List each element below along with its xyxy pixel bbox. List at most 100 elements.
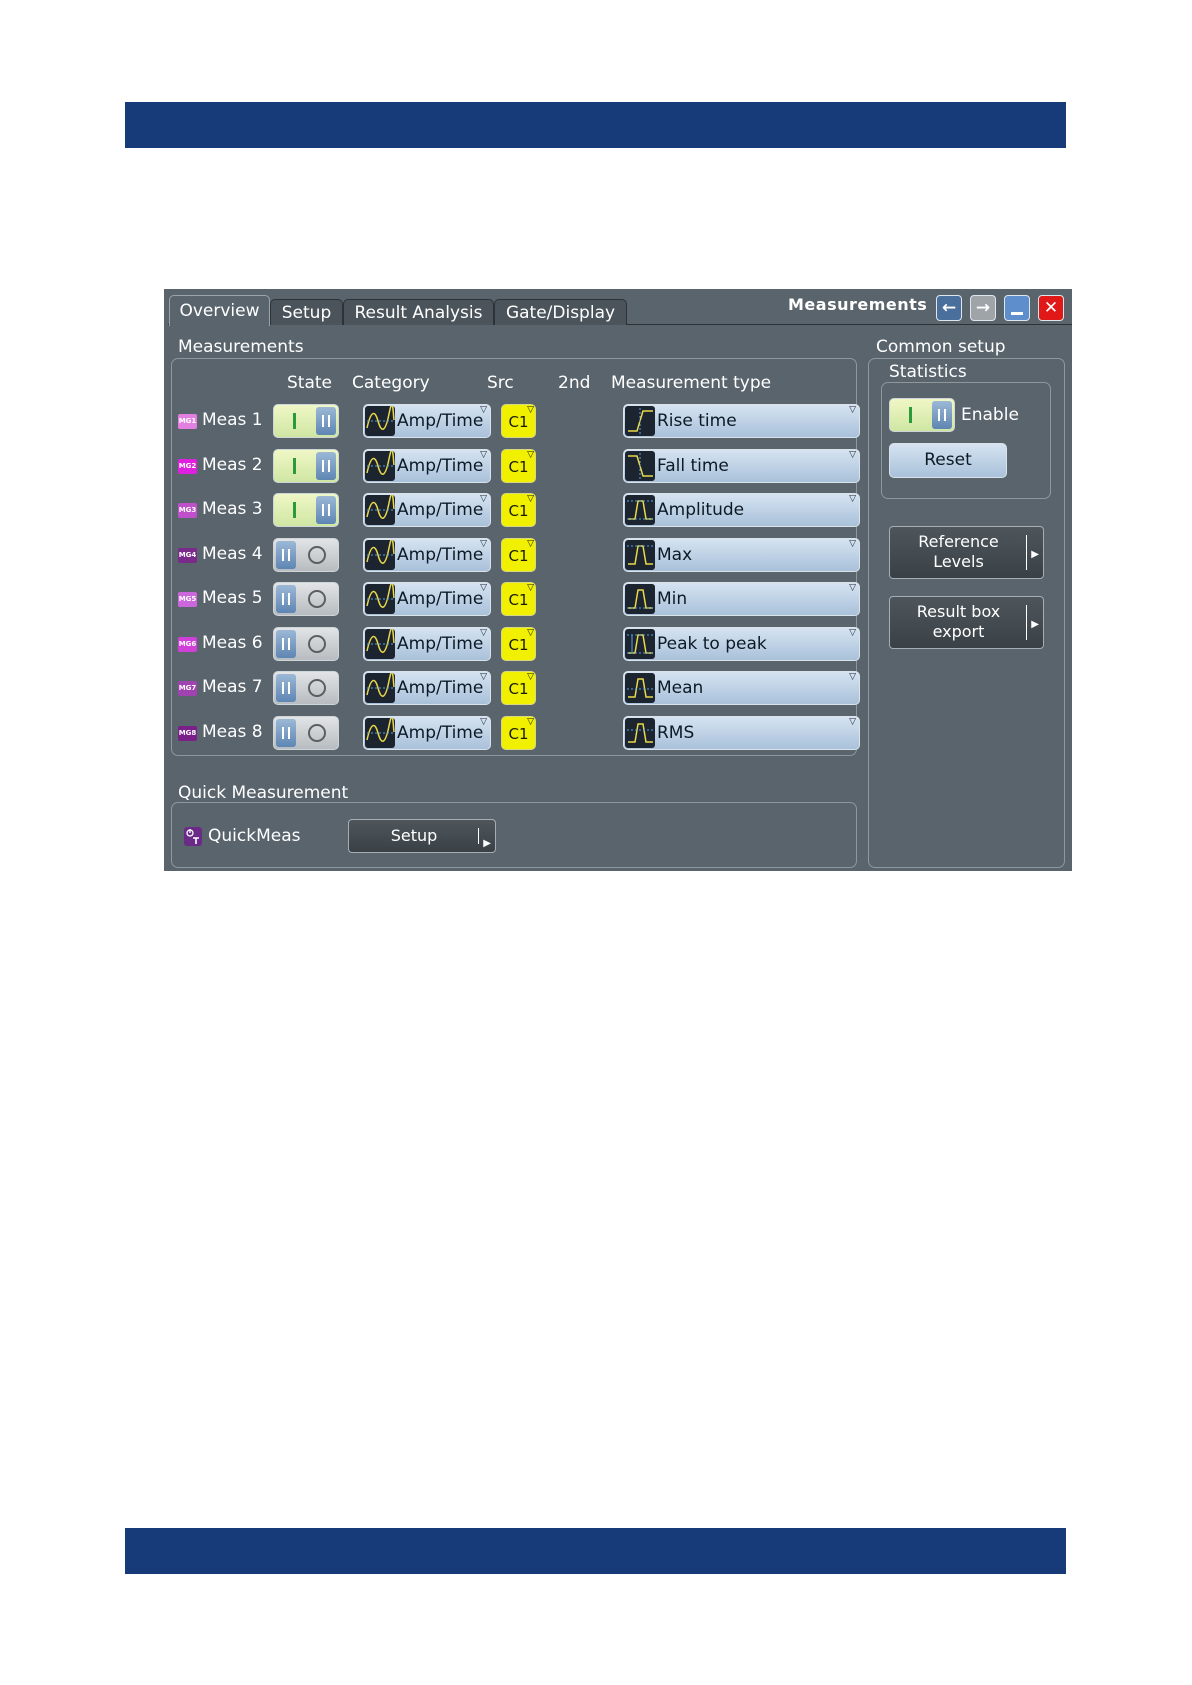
meas-2-category-text: Amp/Time (397, 456, 484, 476)
meas-2-source-button[interactable]: C1 ▽ (501, 449, 536, 483)
tab-result-analysis[interactable]: Result Analysis (343, 299, 494, 325)
meas-6-source-button[interactable]: C1 ▽ (501, 627, 536, 661)
toggle-off-mark (308, 590, 326, 608)
meas-5-source-button[interactable]: C1 ▽ (501, 582, 536, 616)
statistics-enable-toggle[interactable] (889, 398, 955, 432)
meas-7-state-toggle[interactable] (273, 671, 339, 705)
separator-line (1026, 535, 1027, 570)
dropdown-arrow-icon: ▽ (527, 628, 534, 638)
meas-5-category-text: Amp/Time (397, 589, 484, 609)
statistics-reset-button[interactable]: Reset (889, 443, 1007, 478)
rms-icon (625, 718, 655, 748)
amp-time-icon (365, 584, 395, 614)
meas-6-type-dropdown[interactable]: Peak to peak ▽ (623, 627, 860, 661)
dropdown-arrow-icon: ▽ (527, 450, 534, 460)
meas-7-type-dropdown[interactable]: Mean ▽ (623, 671, 860, 705)
result-box-export-text-line2: export (932, 622, 985, 641)
quickmeas-icon (184, 827, 202, 846)
meas-8-source-button[interactable]: C1 ▽ (501, 716, 536, 750)
meas-1-category-dropdown[interactable]: Amp/Time ▽ (363, 404, 491, 438)
meas-4-type-dropdown[interactable]: Max ▽ (623, 538, 860, 572)
meas-3-category-dropdown[interactable]: Amp/Time ▽ (363, 493, 491, 527)
meas-4-label: Meas 4 (202, 544, 263, 564)
meas-3-source-button[interactable]: C1 ▽ (501, 493, 536, 527)
meas-7-type-text: Mean (657, 678, 704, 698)
meas-2-category-dropdown[interactable]: Amp/Time ▽ (363, 449, 491, 483)
meas-1-type-dropdown[interactable]: Rise time ▽ (623, 404, 860, 438)
amplitude-icon (625, 495, 655, 525)
meas-1-type-text: Rise time (657, 411, 737, 431)
meas-3-type-text: Amplitude (657, 500, 745, 520)
meas-3-state-toggle[interactable] (273, 493, 339, 527)
toggle-off-mark (308, 679, 326, 697)
meas-5-state-toggle[interactable] (273, 582, 339, 616)
meas-5-label: Meas 5 (202, 588, 263, 608)
reference-levels-button[interactable]: Reference Levels ▶ (889, 526, 1044, 579)
dropdown-arrow-icon: ▽ (527, 405, 534, 415)
meas-row-7: MG7 Meas 7 Amp/Time ▽ C1 ▽ Mean ▽ (178, 671, 860, 707)
toggle-knob (276, 674, 296, 702)
meas-1-badge-icon: MG1 (178, 414, 197, 429)
meas-8-label: Meas 8 (202, 722, 263, 742)
tab-overview[interactable]: Overview (169, 295, 270, 326)
meas-1-source-button[interactable]: C1 ▽ (501, 404, 536, 438)
header-src: Src (487, 373, 514, 393)
dropdown-arrow-icon: ▽ (480, 628, 487, 638)
mean-icon (625, 673, 655, 703)
meas-2-type-dropdown[interactable]: Fall time ▽ (623, 449, 860, 483)
meas-7-category-dropdown[interactable]: Amp/Time ▽ (363, 671, 491, 705)
meas-4-source-button[interactable]: C1 ▽ (501, 538, 536, 572)
quick-measurement-section-label: Quick Measurement (178, 783, 349, 803)
meas-6-category-dropdown[interactable]: Amp/Time ▽ (363, 627, 491, 661)
meas-4-category-dropdown[interactable]: Amp/Time ▽ (363, 538, 491, 572)
meas-2-type-text: Fall time (657, 456, 729, 476)
meas-5-badge-icon: MG5 (178, 592, 197, 607)
toggle-off-mark (308, 546, 326, 564)
toggle-knob (276, 541, 296, 569)
result-box-export-button[interactable]: Result box export ▶ (889, 596, 1044, 649)
meas-5-source-text: C1 (508, 591, 529, 609)
meas-8-category-text: Amp/Time (397, 723, 484, 743)
meas-4-state-toggle[interactable] (273, 538, 339, 572)
meas-5-category-dropdown[interactable]: Amp/Time ▽ (363, 582, 491, 616)
meas-row-6: MG6 Meas 6 Amp/Time ▽ C1 ▽ Peak to peak ▽ (178, 627, 860, 663)
toggle-on-mark (293, 458, 296, 474)
quickmeas-setup-button[interactable]: Setup ▶ (348, 819, 496, 853)
forward-button[interactable]: → (970, 295, 996, 321)
close-button[interactable]: ✕ (1038, 295, 1064, 321)
rise-time-icon (625, 406, 655, 436)
header-state: State (287, 373, 332, 393)
measurements-section-label: Measurements (178, 337, 304, 357)
meas-2-source-text: C1 (508, 458, 529, 476)
meas-8-state-toggle[interactable] (273, 716, 339, 750)
measurements-dialog: Overview Setup Result Analysis Gate/Disp… (164, 289, 1072, 871)
meas-5-type-dropdown[interactable]: Min ▽ (623, 582, 860, 616)
meas-8-category-dropdown[interactable]: Amp/Time ▽ (363, 716, 491, 750)
meas-1-state-toggle[interactable] (273, 404, 339, 438)
meas-2-state-toggle[interactable] (273, 449, 339, 483)
header-category: Category (352, 373, 430, 393)
tab-gate-display[interactable]: Gate/Display (494, 299, 627, 325)
meas-8-type-dropdown[interactable]: RMS ▽ (623, 716, 860, 750)
close-icon: ✕ (1043, 298, 1059, 318)
meas-7-source-button[interactable]: C1 ▽ (501, 671, 536, 705)
meas-6-label: Meas 6 (202, 633, 263, 653)
amp-time-icon (365, 673, 395, 703)
toggle-off-mark (308, 635, 326, 653)
meas-6-state-toggle[interactable] (273, 627, 339, 661)
amp-time-icon (365, 540, 395, 570)
minimize-button[interactable] (1004, 295, 1030, 321)
tab-setup[interactable]: Setup (270, 299, 343, 325)
back-button[interactable]: ← (936, 295, 962, 321)
dropdown-arrow-icon: ▽ (480, 717, 487, 727)
meas-3-category-text: Amp/Time (397, 500, 484, 520)
dropdown-arrow-icon: ▽ (527, 672, 534, 682)
meas-3-type-dropdown[interactable]: Amplitude ▽ (623, 493, 860, 527)
meas-7-source-text: C1 (508, 680, 529, 698)
statistics-enable-label: Enable (961, 405, 1019, 425)
amp-time-icon (365, 495, 395, 525)
reference-levels-text-line2: Levels (933, 552, 984, 571)
result-box-export-text-line1: Result box (916, 602, 1001, 621)
amp-time-icon (365, 406, 395, 436)
header-2nd: 2nd (558, 373, 591, 393)
